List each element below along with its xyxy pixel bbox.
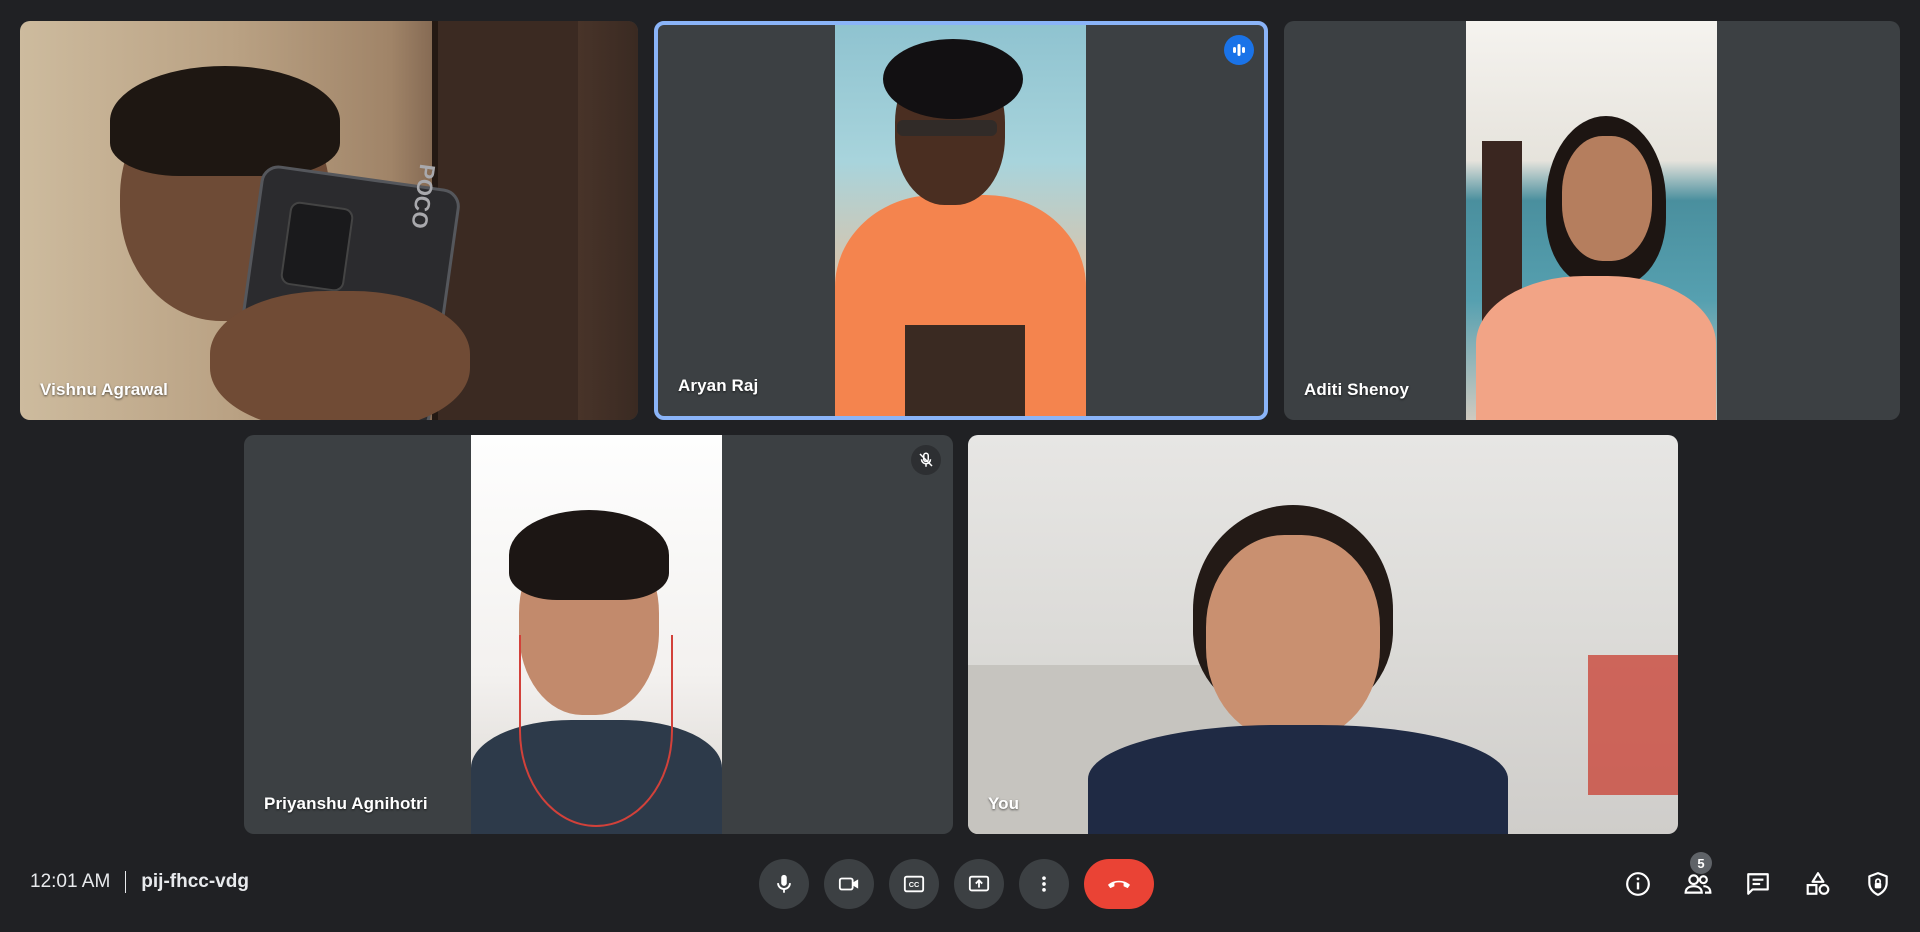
participant-tile-you[interactable]: You [968,435,1678,834]
meeting-code[interactable]: pij-fhcc-vdg [141,871,249,893]
participant-name: Aryan Raj [678,376,759,395]
host-controls-icon [1868,872,1888,896]
more-options-button[interactable] [1019,859,1069,909]
speaking-indicator-icon [1224,35,1254,65]
participant-tile-priyanshu[interactable]: Priyanshu Agnihotri [244,435,953,834]
info-icon [1626,872,1650,896]
participant-name: Vishnu Agrawal [40,380,168,399]
separator [125,871,127,893]
present-button[interactable] [954,859,1004,909]
bottom-control-bar: 12:01 AM pij-fhcc-vdg CC 5 [0,846,1920,932]
activities-icon [1806,872,1830,895]
participant-name: Priyanshu Agnihotri [264,794,428,813]
participant-name: Aditi Shenoy [1304,380,1410,399]
participant-name: You [988,794,1020,813]
chat-icon [1747,873,1769,895]
meeting-time: 12:01 AM [30,871,111,892]
participant-count-badge: 5 [1690,852,1712,874]
chat-button[interactable] [1736,862,1780,906]
participant-tile-vishnu[interactable]: POCO Vishnu Agrawal [20,21,638,420]
participant-video: POCO [20,21,638,420]
meeting-info: 12:01 AM pij-fhcc-vdg [30,871,249,893]
video-camera-icon [838,877,859,891]
participant-video [471,435,722,834]
participant-tile-aryan[interactable]: Aryan Raj [654,21,1268,420]
microphone-icon [777,874,791,893]
self-video [968,435,1678,834]
people-button[interactable]: 5 [1676,852,1720,906]
participant-tile-aditi[interactable]: Aditi Shenoy [1284,21,1900,420]
camera-button[interactable] [824,859,874,909]
participant-video [1466,21,1717,420]
participant-video [835,25,1086,416]
more-vertical-icon [1042,876,1046,892]
captions-button[interactable]: CC [889,859,939,909]
mic-off-icon [911,445,941,475]
phone-brand-text: POCO [406,162,441,231]
people-icon [1684,874,1712,894]
svg-text:CC: CC [909,880,920,889]
meeting-details-button[interactable] [1616,862,1660,906]
activities-button[interactable] [1796,862,1840,906]
host-controls-button[interactable] [1856,862,1900,906]
call-controls: CC [759,859,1154,909]
present-screen-icon [968,875,990,892]
end-call-icon [1108,880,1130,889]
microphone-button[interactable] [759,859,809,909]
closed-captions-icon: CC [903,875,925,893]
side-panel-icons: 5 [1600,852,1900,906]
leave-call-button[interactable] [1084,859,1154,909]
meet-call-screen: POCO Vishnu Agrawal Aryan Raj Aditi Shen… [0,0,1920,932]
